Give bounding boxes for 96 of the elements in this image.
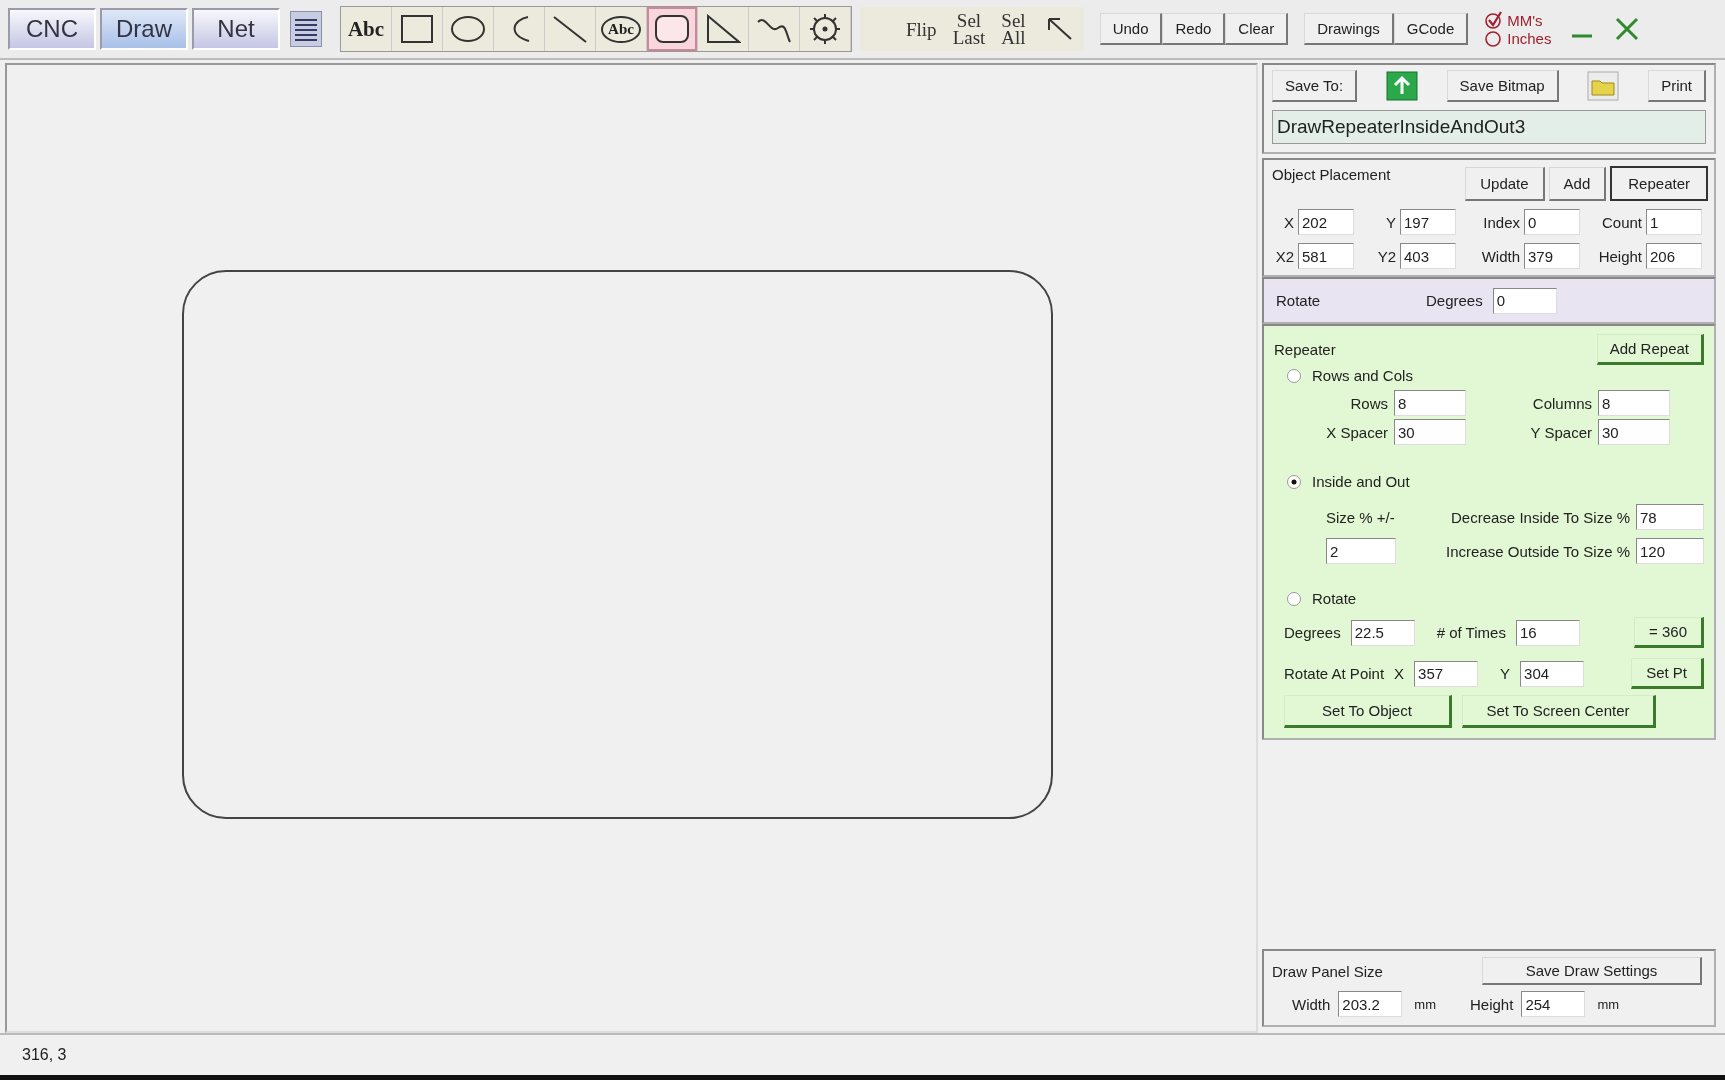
toolbar-button[interactable]: Redo [1162, 13, 1226, 45]
section-title: Object Placement [1272, 166, 1391, 183]
number-field[interactable]: 206 [1646, 243, 1702, 269]
field-label: Count [1600, 213, 1642, 231]
menu-icon[interactable] [290, 11, 322, 47]
number-field[interactable]: 357 [1414, 660, 1479, 687]
field-label: Size % +/- [1326, 508, 1396, 526]
filename-field[interactable]: DrawRepeaterInsideAndOut3 [1272, 110, 1706, 144]
set-center-button[interactable]: Set To Screen Center [1462, 695, 1656, 728]
field-label: Index [1482, 213, 1520, 231]
number-field[interactable]: 197 [1400, 209, 1456, 235]
toolbar-button[interactable]: Drawings [1304, 13, 1394, 45]
field-label: Columns [1531, 394, 1592, 412]
number-field[interactable]: 2 [1326, 538, 1396, 564]
field-label: Rows [1349, 394, 1388, 412]
tab[interactable]: Net [192, 8, 280, 50]
pointer-arrow-icon[interactable] [1045, 16, 1074, 42]
number-field[interactable]: 8 [1598, 390, 1670, 416]
field-label: Degrees [1284, 624, 1341, 641]
field-label: Decrease Inside To Size % [1450, 508, 1630, 526]
placement-button[interactable]: Repeater [1610, 166, 1708, 201]
add-repeat-button[interactable]: Add Repeat [1596, 334, 1704, 365]
set-point-button[interactable]: Set Pt [1631, 658, 1704, 689]
width-field[interactable]: 203.2 [1338, 991, 1403, 1017]
field-label: X2 [1274, 247, 1294, 265]
field-label: X [1394, 665, 1405, 682]
number-field[interactable]: 379 [1524, 243, 1580, 269]
number-field[interactable]: 304 [1520, 660, 1585, 687]
number-field[interactable]: 0 [1524, 209, 1580, 235]
toolbar-button[interactable]: Sel Last [948, 12, 990, 46]
radio-label: Rotate [1312, 590, 1357, 607]
degrees-field[interactable]: 0 [1492, 287, 1557, 314]
print-button[interactable]: Print [1648, 70, 1706, 102]
placement-button[interactable]: Add [1548, 166, 1607, 201]
field-label: Increase Outside To Size % [1445, 542, 1630, 560]
unit-label: mm [1414, 996, 1436, 1012]
field-label: Height [1597, 247, 1642, 265]
unit-label: MM's [1507, 11, 1543, 29]
toolbar-button[interactable]: Sel All [997, 12, 1030, 46]
field-label: Height [1470, 995, 1514, 1013]
field-label: Y [1385, 213, 1396, 231]
line-icon [552, 14, 588, 44]
number-field[interactable]: 16 [1515, 619, 1580, 646]
number-field[interactable]: 30 [1598, 419, 1670, 445]
number-field[interactable]: 120 [1636, 538, 1704, 564]
toolbar-button[interactable]: Flip [902, 20, 941, 38]
number-field[interactable]: 581 [1298, 243, 1354, 269]
number-field[interactable]: 1 [1646, 209, 1702, 235]
ellipse-icon [450, 15, 486, 43]
field-label: X [1283, 213, 1294, 231]
unit-label: mm [1597, 996, 1620, 1012]
save-bitmap-button[interactable]: Save Bitmap [1446, 70, 1559, 102]
radio-button[interactable] [1286, 473, 1302, 490]
tool-button[interactable]: Abc [341, 7, 392, 51]
field-label: Width [1292, 995, 1331, 1013]
tab[interactable]: CNC [8, 8, 96, 50]
triangle-icon [705, 14, 741, 44]
save-to-button[interactable]: Save To: [1272, 70, 1358, 102]
height-field[interactable]: 254 [1521, 991, 1586, 1017]
radio-label: Rows and Cols [1312, 367, 1413, 384]
field-label: Y2 [1376, 247, 1396, 265]
toolbar-button[interactable]: GCode [1393, 13, 1469, 45]
tool-button[interactable] [647, 7, 698, 51]
radio-button[interactable] [1286, 590, 1302, 607]
tab[interactable]: Draw [100, 8, 188, 50]
toolbar-button[interactable]: Clear [1225, 13, 1289, 45]
rectangle-icon [400, 14, 434, 44]
field-label: Rotate At Point [1284, 665, 1385, 682]
gear-icon [809, 13, 841, 45]
section-title: Rotate [1276, 292, 1322, 309]
field-label: Degrees [1426, 292, 1483, 309]
rounded-rectangle-icon [654, 14, 690, 44]
save-settings-button[interactable]: Save Draw Settings [1482, 957, 1702, 985]
radio-button[interactable] [1286, 367, 1302, 384]
number-field[interactable]: 22.5 [1350, 619, 1415, 646]
set-center-button[interactable]: Set To Object [1284, 695, 1452, 728]
field-label: Y [1500, 665, 1511, 682]
number-field[interactable]: 202 [1298, 209, 1354, 235]
field-label: X Spacer [1325, 423, 1388, 441]
number-field[interactable]: 403 [1400, 243, 1456, 269]
radio-button[interactable] [1484, 11, 1503, 29]
radio-label: Inside and Out [1312, 473, 1410, 490]
field-label: Width [1480, 247, 1520, 265]
number-field[interactable]: 30 [1394, 419, 1466, 445]
section-title: Draw Panel Size [1272, 962, 1383, 980]
field-label: Y Spacer [1529, 423, 1592, 441]
radio-button[interactable] [1484, 29, 1503, 47]
full-circle-button[interactable]: = 360 [1634, 617, 1704, 648]
number-field[interactable]: 78 [1636, 504, 1704, 530]
field-label: # of Times [1436, 624, 1506, 641]
unit-label: Inches [1507, 29, 1552, 47]
toolbar-button[interactable]: Undo [1099, 13, 1163, 45]
placement-button[interactable]: Update [1465, 166, 1545, 201]
number-field[interactable]: 8 [1394, 390, 1466, 416]
section-title: Repeater [1274, 341, 1336, 358]
cursor-position: 316, 3 [22, 1046, 67, 1064]
